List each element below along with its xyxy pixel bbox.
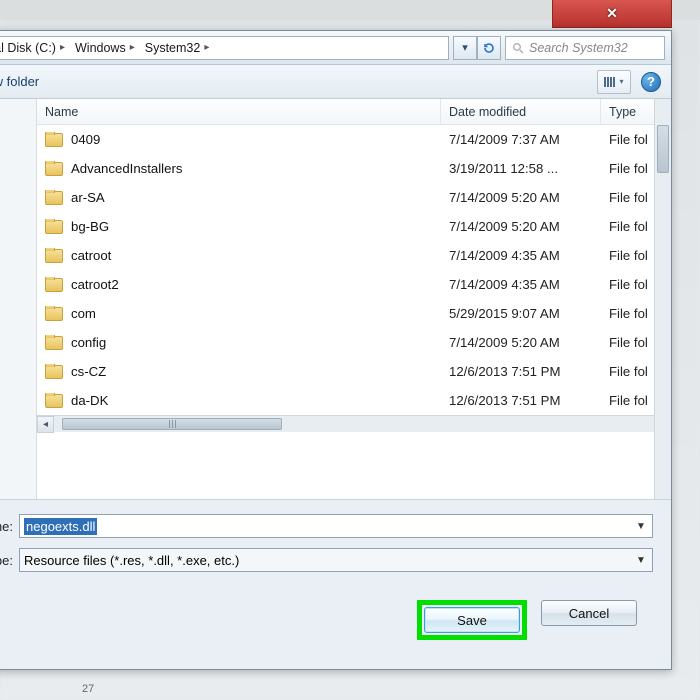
file-name: da-DK	[71, 393, 108, 408]
folder-icon	[45, 191, 63, 205]
file-date: 7/14/2009 5:20 AM	[441, 219, 601, 234]
table-row[interactable]: ar-SA7/14/2009 5:20 AMFile fol	[37, 183, 671, 212]
breadcrumb-label: Local Disk (C:)	[0, 41, 56, 55]
dialog-buttons: Save Cancel	[0, 582, 653, 640]
file-date: 12/6/2013 7:51 PM	[441, 393, 601, 408]
background-line-number: 27	[82, 683, 94, 695]
horizontal-scrollbar[interactable]	[37, 415, 671, 432]
file-date: 12/6/2013 7:51 PM	[441, 364, 601, 379]
file-date: 7/14/2009 7:37 AM	[441, 132, 601, 147]
folder-icon	[45, 249, 63, 263]
sidebar-item[interactable]: ces	[0, 105, 32, 125]
folder-icon	[45, 394, 63, 408]
navigation-sidebar[interactable]: ces ts (C:)	[0, 99, 37, 499]
file-name: ar-SA	[71, 190, 105, 205]
sidebar-item[interactable]: (C:)	[0, 265, 32, 285]
column-header-date[interactable]: Date modified	[441, 99, 601, 124]
file-date: 7/14/2009 4:35 AM	[441, 277, 601, 292]
table-row[interactable]: cs-CZ12/6/2013 7:51 PMFile fol	[37, 357, 671, 386]
content-area: ces ts (C:) Name Date modified Type 0409…	[0, 99, 671, 499]
close-icon: ✕	[606, 5, 618, 22]
file-date: 7/14/2009 4:35 AM	[441, 248, 601, 263]
file-date: 7/14/2009 5:20 AM	[441, 335, 601, 350]
help-button[interactable]: ?	[641, 72, 661, 92]
file-date: 5/29/2015 9:07 AM	[441, 306, 601, 321]
filename-label: me:	[0, 519, 19, 534]
table-row[interactable]: config7/14/2009 5:20 AMFile fol	[37, 328, 671, 357]
scroll-track[interactable]	[54, 416, 654, 432]
breadcrumb[interactable]: Local Disk (C:) Windows System32	[0, 36, 449, 60]
filetype-value: Resource files (*.res, *.dll, *.exe, etc…	[24, 553, 239, 568]
file-date: 3/19/2011 12:58 ...	[441, 161, 601, 176]
table-row[interactable]: catroot27/14/2009 4:35 AMFile fol	[37, 270, 671, 299]
folder-icon	[45, 133, 63, 147]
table-row[interactable]: 04097/14/2009 7:37 AMFile fol	[37, 125, 671, 154]
folder-icon	[45, 365, 63, 379]
file-name: 0409	[71, 132, 100, 147]
column-headers: Name Date modified Type	[37, 99, 671, 125]
address-bar: Local Disk (C:) Windows System32 ▾ Searc…	[0, 31, 671, 65]
folder-icon	[45, 278, 63, 292]
breadcrumb-label: System32	[145, 41, 201, 55]
breadcrumb-label: Windows	[75, 41, 126, 55]
breadcrumb-item[interactable]: Windows	[69, 37, 139, 59]
folder-icon	[45, 162, 63, 176]
new-folder-button[interactable]: New folder	[0, 70, 45, 93]
table-row[interactable]: com5/29/2015 9:07 AMFile fol	[37, 299, 671, 328]
tutorial-highlight: Save	[417, 600, 527, 640]
scroll-thumb[interactable]	[62, 418, 282, 430]
search-icon	[512, 42, 524, 54]
chevron-down-icon[interactable]: ▼	[632, 517, 650, 535]
save-button[interactable]: Save	[424, 607, 520, 633]
breadcrumb-item[interactable]: Local Disk (C:)	[0, 37, 69, 59]
search-placeholder: Search System32	[529, 41, 628, 55]
save-dialog: Local Disk (C:) Windows System32 ▾ Searc…	[0, 30, 672, 670]
view-columns-icon	[604, 77, 606, 87]
filetype-select[interactable]: Resource files (*.res, *.dll, *.exe, etc…	[19, 548, 653, 572]
save-form: me: negoexts.dll ▼ ype: Resource files (…	[0, 499, 671, 669]
folder-icon	[45, 220, 63, 234]
toolbar: New folder ?	[0, 65, 671, 99]
history-dropdown-button[interactable]: ▾	[453, 36, 477, 60]
sidebar-item[interactable]: ts	[0, 185, 32, 205]
folder-icon	[45, 336, 63, 350]
chevron-right-icon	[130, 42, 135, 53]
cancel-button[interactable]: Cancel	[541, 600, 637, 626]
file-name: catroot2	[71, 277, 119, 292]
scroll-thumb[interactable]	[657, 125, 669, 173]
file-name: catroot	[71, 248, 111, 263]
table-row[interactable]: AdvancedInstallers3/19/2011 12:58 ...Fil…	[37, 154, 671, 183]
chevron-down-icon[interactable]: ▼	[632, 551, 650, 569]
chevron-right-icon	[60, 42, 65, 53]
search-input[interactable]: Search System32	[505, 36, 665, 60]
folder-icon	[45, 307, 63, 321]
filetype-label: ype:	[0, 553, 19, 568]
table-row[interactable]: da-DK12/6/2013 7:51 PMFile fol	[37, 386, 671, 415]
address-actions: ▾	[453, 36, 501, 60]
file-date: 7/14/2009 5:20 AM	[441, 190, 601, 205]
chevron-right-icon	[204, 42, 209, 53]
file-name: config	[71, 335, 106, 350]
scroll-left-button[interactable]	[37, 416, 54, 433]
file-name: com	[71, 306, 96, 321]
refresh-icon	[483, 42, 495, 54]
filename-input[interactable]: negoexts.dll ▼	[19, 514, 653, 538]
refresh-button[interactable]	[477, 36, 501, 60]
file-rows: 04097/14/2009 7:37 AMFile folAdvancedIns…	[37, 125, 671, 415]
table-row[interactable]: bg-BG7/14/2009 5:20 AMFile fol	[37, 212, 671, 241]
column-header-name[interactable]: Name	[37, 99, 441, 124]
vertical-scrollbar[interactable]	[654, 99, 671, 499]
table-row[interactable]: catroot7/14/2009 4:35 AMFile fol	[37, 241, 671, 270]
window-close-button[interactable]: ✕	[552, 0, 672, 28]
file-name: bg-BG	[71, 219, 109, 234]
filename-value: negoexts.dll	[24, 518, 97, 535]
file-name: AdvancedInstallers	[71, 161, 182, 176]
file-list: Name Date modified Type 0409 7/14/2009 7:…	[37, 99, 671, 499]
view-options-button[interactable]	[597, 70, 631, 94]
file-name: cs-CZ	[71, 364, 106, 379]
help-icon: ?	[647, 74, 655, 89]
breadcrumb-item[interactable]: System32	[139, 37, 214, 59]
